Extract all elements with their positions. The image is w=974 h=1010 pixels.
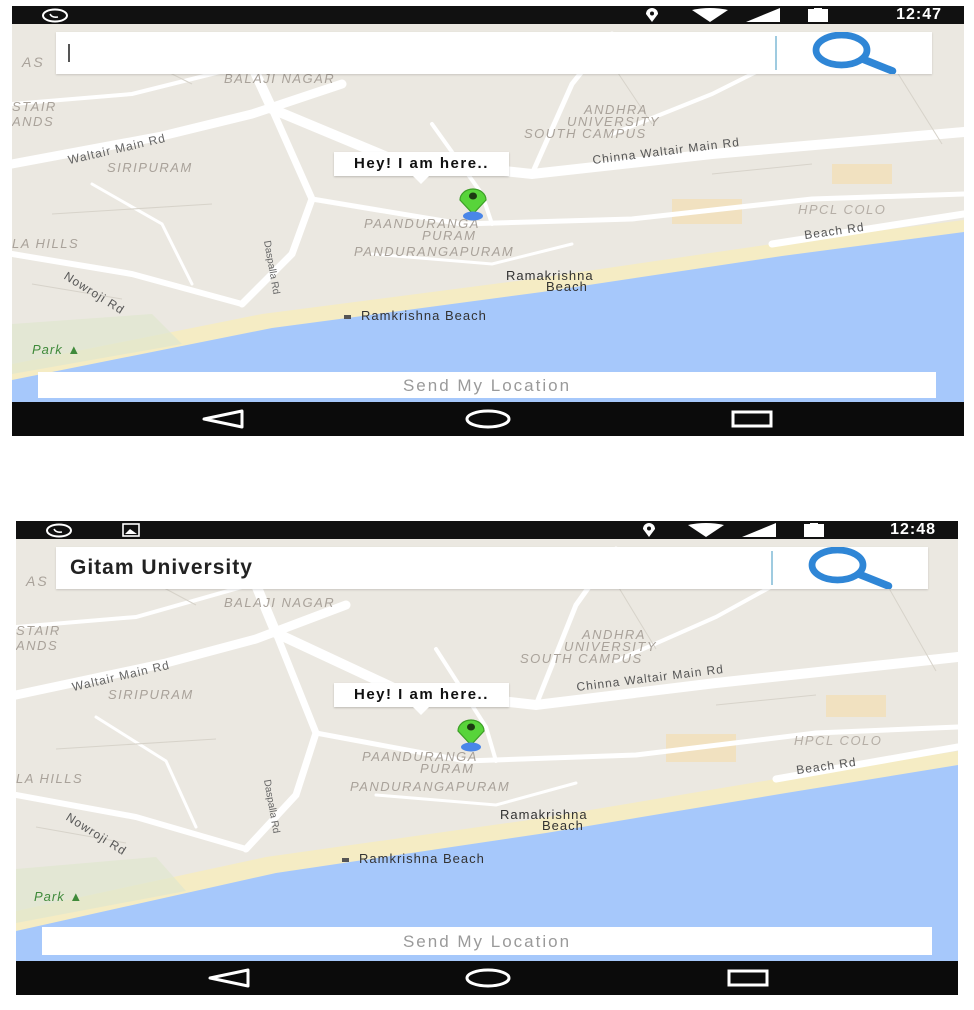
tree-icon: ▲ [67, 342, 82, 357]
recents-button[interactable] [722, 407, 782, 431]
map-label-hpcl: HPCL COLO [798, 202, 887, 217]
map-label-puram: PURAM [422, 228, 477, 243]
status-time: 12:47 [896, 6, 942, 23]
map-label-park: Park ▲ [34, 889, 83, 904]
map-label-la-hills: LA HILLS [16, 771, 84, 786]
status-bar: 12:48 [16, 521, 958, 539]
search-input[interactable] [56, 32, 776, 74]
map-pin-icon [459, 188, 487, 221]
map-label-south-campus: SOUTH CAMPUS [520, 651, 643, 666]
map-pin-icon [457, 719, 485, 752]
map-label-park: Park ▲ [32, 342, 81, 357]
marker-info-window[interactable]: Hey! I am here.. [334, 152, 509, 184]
map-label-pandurangapuram: PANDURANGAPURAM [350, 779, 511, 794]
back-button[interactable] [200, 966, 260, 990]
phone-screen-2: 12:48 AS BALAJI NAGAR STAIR ANDS ANDHRA … [16, 521, 958, 995]
park-label: Park [34, 889, 65, 904]
send-location-button[interactable]: Send My Location [38, 372, 936, 398]
poi-dot-icon [344, 314, 351, 319]
map-label-ands: ANDS [16, 638, 59, 653]
text-cursor [68, 44, 70, 62]
send-location-button[interactable]: Send My Location [42, 927, 932, 955]
back-button[interactable] [194, 407, 254, 431]
back-icon [208, 968, 250, 988]
search-icon [812, 32, 896, 74]
map-label-ramkrishna-beach: Ramkrishna Beach [344, 308, 487, 323]
map-view[interactable]: AS BALAJI NAGAR STAIR ANDS ANDHRA UNIVER… [16, 539, 958, 961]
map-label-beach: Beach [542, 818, 584, 833]
map-label-balaji-nagar: BALAJI NAGAR [224, 595, 336, 610]
status-bar: 12:47 [12, 6, 964, 24]
back-icon [202, 409, 244, 429]
map-label-hpcl: HPCL COLO [794, 733, 883, 748]
home-button[interactable] [458, 407, 518, 431]
map-label-stair: STAIR [12, 99, 57, 114]
map-label-siripuram: SIRIPURAM [107, 160, 193, 175]
navigation-bar [12, 402, 964, 436]
home-icon [465, 409, 511, 429]
search-button[interactable] [773, 547, 928, 589]
tree-icon: ▲ [69, 889, 84, 904]
search-icon [808, 547, 892, 589]
map-label-puram: PURAM [420, 761, 475, 776]
navigation-bar [16, 961, 958, 995]
recents-button[interactable] [718, 966, 778, 990]
poi-dot-icon [342, 857, 349, 862]
phone-screen-1: 12:47 AS BALAJI NAGAR STAIR ANDS ANDHRA … [12, 6, 964, 436]
map-label-as: AS [26, 573, 49, 589]
map-label-stair: STAIR [16, 623, 61, 638]
map-label-ramkrishna-beach: Ramkrishna Beach [342, 851, 485, 866]
poi-label: Ramkrishna Beach [361, 308, 487, 323]
map-label-siripuram: SIRIPURAM [108, 687, 194, 702]
map-label-south-campus: SOUTH CAMPUS [524, 126, 647, 141]
search-button[interactable] [777, 32, 932, 74]
map-view[interactable]: AS BALAJI NAGAR STAIR ANDS ANDHRA UNIVER… [12, 24, 964, 402]
search-input[interactable] [56, 547, 772, 589]
map-label-beach: Beach [546, 279, 588, 294]
location-marker[interactable] [454, 717, 488, 757]
search-box [56, 547, 928, 589]
recents-icon [731, 410, 773, 428]
recents-icon [727, 969, 769, 987]
map-label-as: AS [22, 54, 45, 70]
home-icon [465, 968, 511, 988]
map-label-la-hills: LA HILLS [12, 236, 80, 251]
marker-info-window[interactable]: Hey! I am here.. [334, 683, 509, 715]
map-label-ands: ANDS [12, 114, 55, 129]
location-marker[interactable] [456, 186, 490, 226]
search-box [56, 32, 932, 74]
map-label-pandurangapuram: PANDURANGAPURAM [354, 244, 515, 259]
poi-label: Ramkrishna Beach [359, 851, 485, 866]
home-button[interactable] [458, 966, 518, 990]
park-label: Park [32, 342, 63, 357]
status-time: 12:48 [890, 521, 936, 538]
